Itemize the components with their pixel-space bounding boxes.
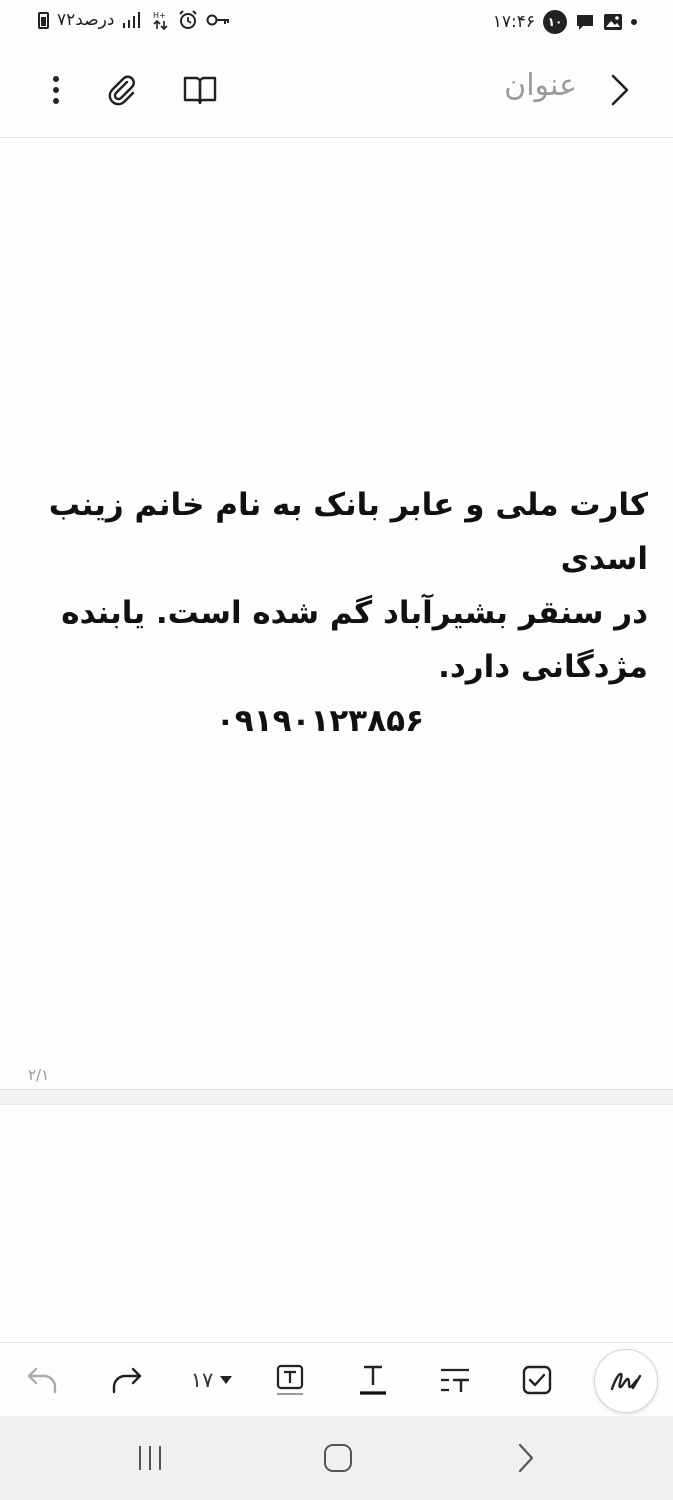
paragraph-icon (441, 1368, 469, 1392)
alarm-icon (179, 10, 198, 29)
top-toolbar: عنوان (0, 44, 673, 138)
back-button[interactable] (596, 66, 644, 114)
note-phone: ۰۹۱۹۰۱۲۳۸۵۶ (215, 703, 424, 739)
clock: ۱۷:۴۶ (492, 12, 535, 32)
note-line: مژدگانی دارد. (438, 649, 648, 685)
text-color-button[interactable] (350, 1357, 396, 1403)
checkbox-icon (522, 1365, 552, 1395)
status-left: ۷۲درصد H+ (38, 10, 230, 30)
image-icon (604, 14, 622, 30)
title-field[interactable]: عنوان (504, 68, 577, 103)
notification-badge: ۱۰ (543, 10, 567, 34)
more-vertical-icon (53, 76, 59, 104)
recent-apps-button[interactable] (127, 1436, 173, 1480)
data-transfer-icon: H+ (153, 11, 168, 30)
caret-down-icon (220, 1376, 233, 1384)
battery-icon (38, 11, 49, 29)
notification-dot (631, 19, 637, 25)
chevron-right-icon (518, 1443, 534, 1473)
svg-text:H+: H+ (153, 11, 166, 20)
recent-apps-icon (139, 1446, 161, 1470)
font-size-dropdown[interactable]: ۱۷ (184, 1357, 240, 1403)
home-icon (324, 1444, 352, 1472)
text-style-button[interactable] (267, 1357, 313, 1403)
book-icon (183, 76, 217, 105)
paragraph-button[interactable] (432, 1357, 478, 1403)
note-body[interactable]: کارت ملی و عابر بانک به نام خانم زینب اس… (24, 478, 648, 748)
page-indicator: ۲/۱ (28, 1066, 50, 1084)
message-icon (577, 15, 593, 30)
checklist-button[interactable] (514, 1357, 560, 1403)
undo-icon (27, 1367, 57, 1394)
redo-button[interactable] (103, 1357, 149, 1403)
redo-icon (112, 1367, 142, 1394)
more-button[interactable] (32, 66, 80, 114)
status-right: ۱۷:۴۶ ۱۰ (493, 10, 637, 34)
handwriting-button[interactable] (594, 1349, 658, 1413)
signal-icon (123, 12, 141, 28)
attach-button[interactable] (98, 66, 146, 114)
page-divider (0, 1089, 673, 1105)
text-box-icon (276, 1364, 304, 1395)
chevron-right-icon (611, 74, 629, 106)
note-line: کارت ملی و عابر بانک به نام خانم زینب اس… (48, 487, 648, 577)
reading-mode-button[interactable] (176, 66, 224, 114)
text-underline-icon (360, 1365, 386, 1395)
note-line: در سنقر بشیرآباد گم شده است. یابنده (61, 595, 648, 631)
pen-icon (610, 1372, 642, 1391)
paperclip-icon (108, 75, 135, 106)
key-icon (206, 14, 230, 26)
font-size-value: ۱۷ (190, 1368, 214, 1392)
nav-back-button[interactable] (503, 1436, 549, 1480)
undo-button[interactable] (20, 1357, 66, 1403)
home-button[interactable] (315, 1436, 361, 1480)
navigation-bar (0, 1416, 673, 1500)
format-toolbar: ۱۷ (0, 1342, 673, 1416)
battery-text: ۷۲درصد (57, 10, 115, 30)
status-bar: ۷۲درصد H+ ۱۷:۴۶ ۱۰ (0, 0, 673, 44)
